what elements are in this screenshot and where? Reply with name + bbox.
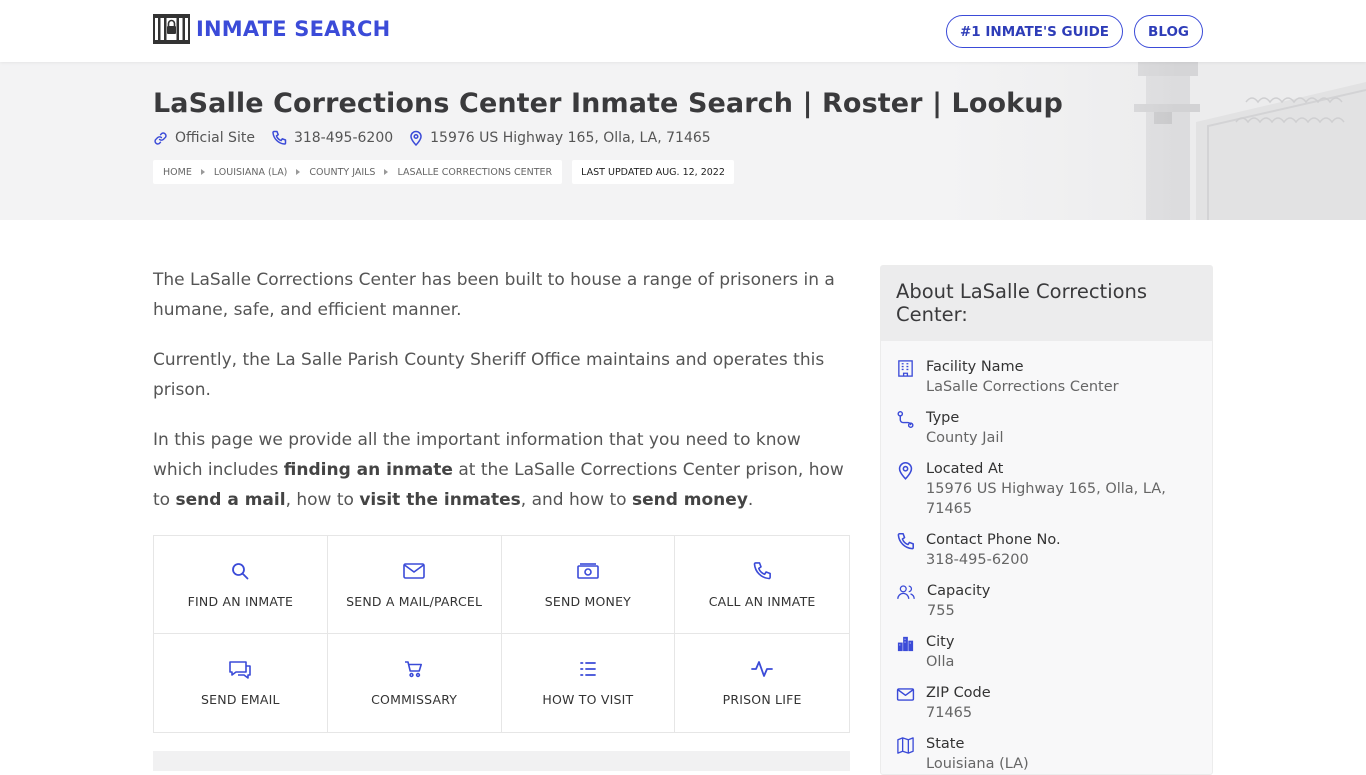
- inmates-guide-button[interactable]: #1 INMATE'S GUIDE: [945, 15, 1124, 48]
- phone-number: 318-495-6200: [293, 130, 394, 146]
- send-money-bold: send money: [631, 490, 748, 510]
- address-text: 15976 US Highway 165, Olla, LA, 71465: [430, 130, 711, 146]
- main-content: The LaSalle Corrections Center has been …: [153, 265, 850, 733]
- info-label: ZIP Code: [926, 685, 991, 701]
- official-site-link[interactable]: Official Site: [153, 130, 255, 146]
- info-value: Louisiana (LA): [926, 756, 1029, 772]
- breadcrumb-separator: [296, 169, 301, 175]
- info-city: City Olla: [881, 632, 1212, 672]
- info-label: Located At: [926, 461, 1004, 477]
- phone-link[interactable]: 318-495-6200: [271, 130, 393, 146]
- envelope-icon: [403, 562, 425, 579]
- brand-name: INMATE SEARCH: [196, 17, 391, 41]
- info-value: County Jail: [926, 430, 1004, 446]
- breadcrumb: HOME LOUISIANA (LA) COUNTY JAILS LASALLE…: [153, 160, 734, 184]
- call-inmate-label: CALL AN INMATE: [708, 593, 816, 609]
- find-inmate-label: FIND AN INMATE: [187, 593, 294, 609]
- breadcrumb-current[interactable]: LASALLE CORRECTIONS CENTER: [397, 167, 552, 178]
- info-capacity: Capacity 755: [881, 581, 1212, 621]
- building-icon: [898, 360, 913, 377]
- header-nav: #1 INMATE'S GUIDE BLOG: [945, 15, 1203, 48]
- action-grid: FIND AN INMATE SEND A MAIL/PARCEL SEND M…: [153, 535, 850, 733]
- info-label: Facility Name: [926, 359, 1024, 375]
- visit-inmates-bold: visit the inmates: [359, 490, 521, 510]
- breadcrumb-county-jails[interactable]: COUNTY JAILS: [309, 167, 375, 178]
- breadcrumb-louisiana[interactable]: LOUISIANA (LA): [214, 167, 288, 178]
- info-contact-phone: Contact Phone No. 318-495-6200: [881, 530, 1212, 570]
- blog-button[interactable]: BLOG: [1134, 15, 1203, 48]
- page-title: LaSalle Corrections Center Inmate Search…: [153, 88, 1063, 119]
- about-facility-sidebar: About LaSalle Corrections Center: Facili…: [880, 265, 1213, 775]
- how-to-visit-label: HOW TO VISIT: [542, 692, 634, 707]
- location-pin-icon: [898, 462, 913, 480]
- brand-logo-link[interactable]: INMATE SEARCH: [153, 14, 390, 44]
- overview-paragraph: In this page we provide all the importan…: [153, 430, 844, 510]
- facility-info-list: Facility Name LaSalle Corrections Center …: [881, 341, 1212, 774]
- location-pin-icon: [410, 130, 422, 146]
- info-facility-name: Facility Name LaSalle Corrections Center: [881, 357, 1212, 397]
- pulse-icon: [751, 661, 774, 677]
- map-icon: [897, 737, 914, 754]
- finding-inmate-bold: finding an inmate: [283, 460, 453, 480]
- info-value: 71465: [926, 705, 973, 721]
- hero-banner: LaSalle Corrections Center Inmate Search…: [0, 62, 1366, 220]
- facility-meta: Official Site 318-495-6200 15976 US High…: [153, 130, 727, 146]
- call-inmate-tile[interactable]: CALL AN INMATE: [675, 536, 849, 634]
- send-money-tile[interactable]: SEND MONEY: [501, 536, 676, 634]
- operator-paragraph: Currently, the La Salle Parish County Sh…: [153, 350, 825, 400]
- jail-cell-icon: [153, 14, 190, 44]
- info-value: 15976 US Highway 165, Olla, LA, 71465: [926, 481, 1166, 517]
- info-label: Contact Phone No.: [926, 532, 1061, 548]
- address-link[interactable]: 15976 US Highway 165, Olla, LA, 71465: [409, 130, 711, 146]
- send-mail-bold: send a mail: [175, 490, 286, 510]
- info-label: Capacity: [927, 583, 991, 599]
- info-value: 318-495-6200: [926, 552, 1029, 568]
- info-value: 755: [927, 603, 955, 619]
- breadcrumb-separator: [384, 169, 389, 175]
- info-label: State: [926, 736, 965, 752]
- intro-paragraph: The LaSalle Corrections Center has been …: [153, 270, 835, 320]
- commissary-tile[interactable]: COMMISSARY: [328, 634, 502, 732]
- send-money-label: SEND MONEY: [544, 593, 632, 609]
- info-label: Type: [926, 410, 960, 426]
- send-email-label: SEND EMAIL: [201, 692, 280, 707]
- info-label: City: [926, 634, 955, 650]
- info-type: Type County Jail: [881, 408, 1212, 448]
- money-icon: [577, 562, 599, 579]
- find-inmate-tile[interactable]: FIND AN INMATE: [154, 536, 328, 634]
- info-located-at: Located At 15976 US Highway 165, Olla, LA…: [881, 459, 1212, 519]
- sidebar-title: About LaSalle Corrections Center:: [881, 266, 1212, 341]
- breadcrumb-separator: [200, 169, 205, 175]
- info-value: Olla: [926, 654, 955, 670]
- list-icon: [579, 662, 596, 676]
- info-state: State Louisiana (LA): [881, 734, 1212, 774]
- phone-icon: [897, 533, 914, 550]
- send-mail-label: SEND A MAIL/PARCEL: [346, 593, 483, 609]
- top-navbar: INMATE SEARCH #1 INMATE'S GUIDE BLOG: [0, 0, 1366, 62]
- prison-tower-illustration: [946, 62, 1366, 220]
- info-value: LaSalle Corrections Center: [926, 379, 1119, 395]
- link-icon: [154, 131, 167, 145]
- breadcrumb-box: HOME LOUISIANA (LA) COUNTY JAILS LASALLE…: [153, 160, 563, 184]
- last-updated-badge: LAST UPDATED AUG. 12, 2022: [572, 160, 734, 184]
- search-icon: [232, 562, 249, 579]
- chat-icon: [229, 661, 252, 679]
- official-site-label: Official Site: [175, 130, 255, 146]
- envelope-icon: [896, 688, 915, 701]
- phone-icon: [753, 561, 772, 579]
- prison-life-label: PRISON LIFE: [722, 692, 802, 707]
- route-icon: [897, 410, 914, 429]
- send-mail-tile[interactable]: SEND A MAIL/PARCEL: [327, 536, 502, 634]
- users-icon: [897, 585, 915, 599]
- send-email-tile[interactable]: SEND EMAIL: [154, 634, 328, 732]
- prison-life-tile[interactable]: PRISON LIFE: [675, 634, 849, 732]
- breadcrumb-home[interactable]: HOME: [163, 167, 192, 178]
- commissary-label: COMMISSARY: [371, 692, 458, 707]
- info-zip-code: ZIP Code 71465: [881, 683, 1212, 723]
- cart-icon: [405, 661, 423, 678]
- next-section-panel: [153, 751, 850, 771]
- city-icon: [897, 636, 914, 652]
- how-to-visit-tile[interactable]: HOW TO VISIT: [502, 634, 676, 732]
- phone-icon: [272, 130, 287, 145]
